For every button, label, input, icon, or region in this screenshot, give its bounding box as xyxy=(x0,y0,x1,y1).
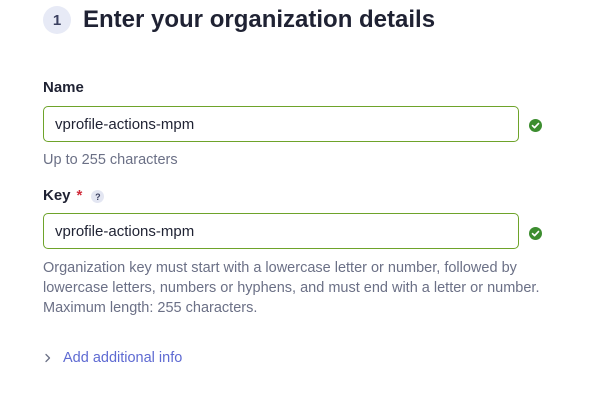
step-number-badge: 1 xyxy=(43,6,71,34)
key-hint: Organization key must start with a lower… xyxy=(43,260,540,316)
name-label: Name xyxy=(43,79,84,96)
required-marker: * xyxy=(76,187,83,204)
key-label-text: Key xyxy=(43,187,71,204)
organization-details-form: 1 Enter your organization details Name U… xyxy=(0,0,605,407)
key-input[interactable] xyxy=(43,213,519,249)
name-hint: Up to 255 characters xyxy=(43,152,178,168)
page-title: Enter your organization details xyxy=(83,6,436,33)
chevron-right-icon xyxy=(45,353,51,363)
name-label-text: Name xyxy=(43,79,84,96)
add-additional-info-toggle[interactable]: Add additional info xyxy=(43,350,182,366)
step-header: 1 Enter your organization details xyxy=(43,6,435,34)
key-label: Key * ? xyxy=(43,187,105,204)
name-valid-check-icon xyxy=(529,119,542,132)
add-additional-info-label[interactable]: Add additional info xyxy=(63,350,182,366)
key-valid-check-icon xyxy=(529,227,542,240)
help-icon[interactable]: ? xyxy=(91,190,105,203)
name-input[interactable] xyxy=(43,106,519,142)
